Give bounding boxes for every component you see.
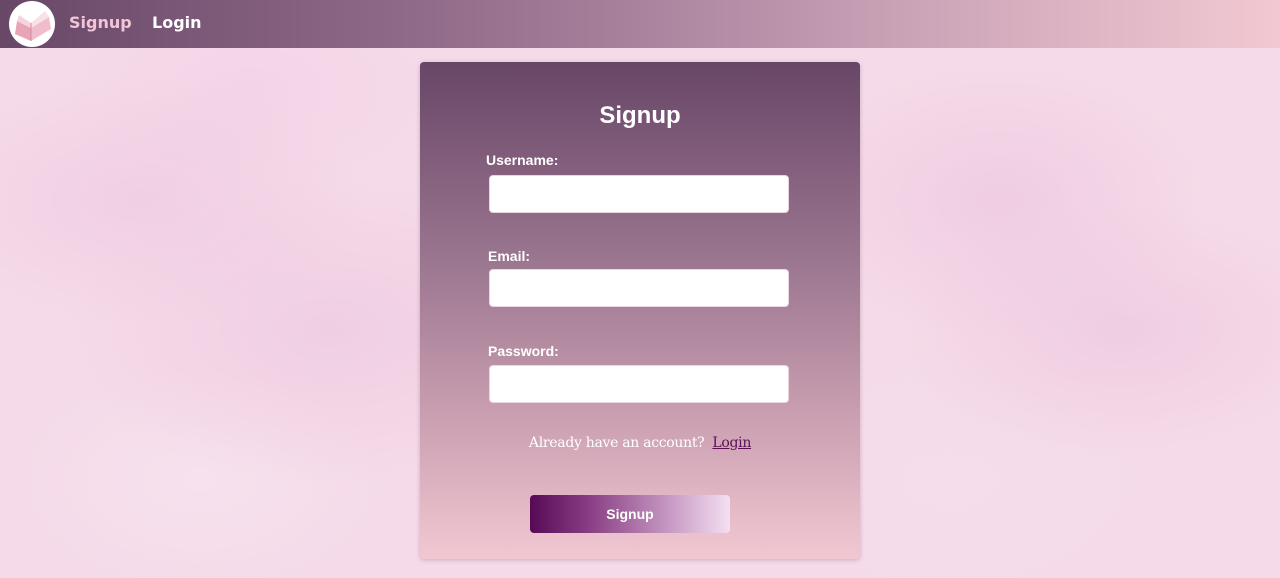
top-navbar: Signup Login bbox=[0, 0, 1280, 48]
username-label: Username: bbox=[486, 152, 559, 168]
email-label: Email: bbox=[488, 248, 531, 264]
nav-signup-link[interactable]: Signup bbox=[69, 13, 132, 33]
email-input[interactable] bbox=[489, 269, 789, 307]
account-prompt-row: Already have an account? Login bbox=[420, 435, 860, 451]
signup-submit-button[interactable]: Signup bbox=[530, 495, 730, 533]
logo-book-icon[interactable] bbox=[9, 1, 55, 47]
account-prompt-text: Already have an account? bbox=[528, 435, 705, 451]
login-link[interactable]: Login bbox=[712, 435, 751, 451]
form-title: Signup bbox=[599, 102, 681, 129]
nav-login-link[interactable]: Login bbox=[152, 13, 202, 33]
password-label: Password: bbox=[488, 343, 559, 359]
open-book-icon bbox=[15, 11, 51, 41]
signup-card: Signup Username: Email: Password: Alread… bbox=[420, 62, 860, 559]
password-input[interactable] bbox=[489, 365, 789, 403]
username-input[interactable] bbox=[489, 175, 789, 213]
